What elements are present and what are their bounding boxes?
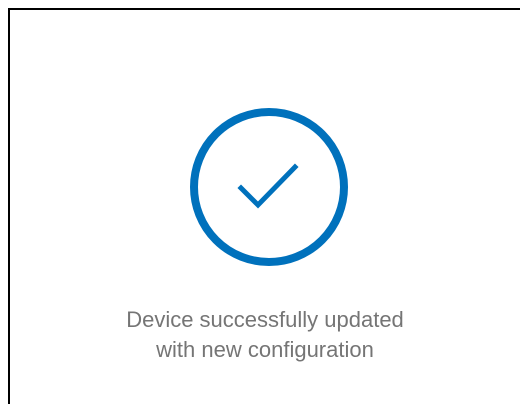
success-message-line-1: Device successfully updated <box>126 307 404 332</box>
update-success-dialog: Device successfully updated with new con… <box>0 0 520 404</box>
success-message-line-2: with new configuration <box>156 337 374 362</box>
checkmark-icon <box>237 163 299 209</box>
dialog-border-top <box>8 8 520 10</box>
checkmark-circle-icon <box>190 108 348 266</box>
success-ring <box>190 108 348 266</box>
